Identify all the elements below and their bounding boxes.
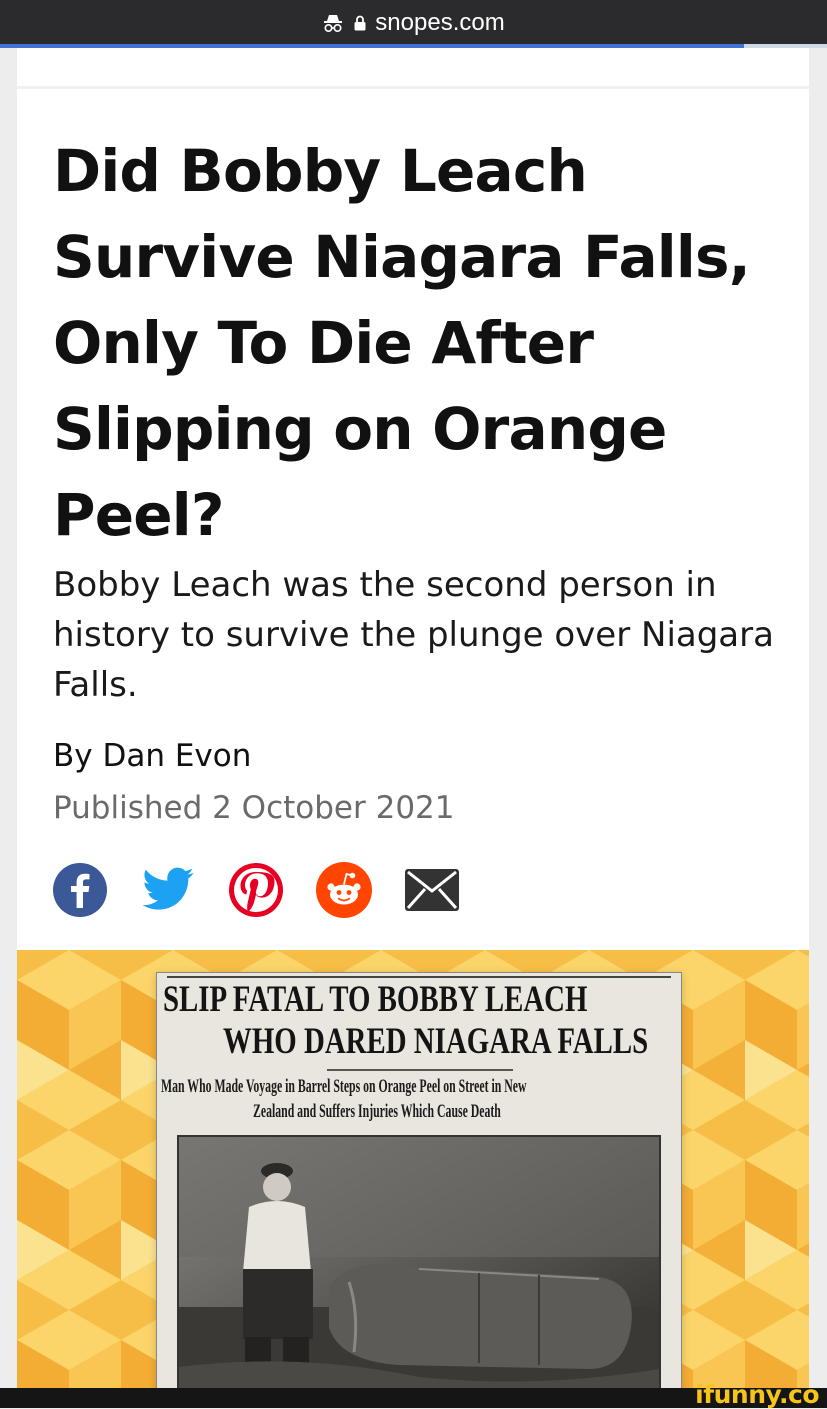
facebook-icon bbox=[53, 863, 107, 917]
share-reddit-button[interactable] bbox=[316, 862, 372, 918]
twitter-icon bbox=[142, 867, 194, 910]
clipping-deck-line2: Zealand and Suffers Injuries Which Cause… bbox=[253, 1101, 501, 1122]
pinterest-icon bbox=[229, 863, 283, 917]
clipping-top-rule bbox=[167, 976, 671, 978]
url-text: snopes.com bbox=[375, 9, 505, 36]
reddit-icon bbox=[316, 862, 372, 918]
historic-photo bbox=[177, 1135, 661, 1388]
publish-date: Published 2 October 2021 bbox=[53, 790, 455, 826]
ifunny-watermark: ifunny.co bbox=[695, 1380, 819, 1409]
lock-icon bbox=[354, 15, 366, 31]
share-facebook-button[interactable] bbox=[52, 862, 108, 918]
article-subtitle: Bobby Leach was the second person in his… bbox=[53, 565, 774, 705]
share-pinterest-button[interactable] bbox=[228, 862, 284, 918]
clipping-divider bbox=[327, 1069, 513, 1071]
email-icon bbox=[405, 869, 459, 911]
clipping-headline-line2: WHO DARED NIAGARA FALLS bbox=[223, 1021, 649, 1062]
clipping-deck-line1: Man Who Made Voyage in Barrel Steps on O… bbox=[161, 1076, 527, 1097]
article-title: Did Bobby Leach Survive Niagara Falls, O… bbox=[53, 137, 751, 549]
hero-image: SLIP FATAL TO BOBBY LEACH WHO DARED NIAG… bbox=[17, 950, 809, 1388]
author-byline[interactable]: By Dan Evon bbox=[53, 738, 251, 774]
share-twitter-button[interactable] bbox=[140, 862, 196, 918]
ad-placeholder bbox=[17, 48, 809, 89]
incognito-icon bbox=[324, 15, 343, 33]
newspaper-clipping: SLIP FATAL TO BOBBY LEACH WHO DARED NIAG… bbox=[156, 972, 682, 1388]
share-email-button[interactable] bbox=[404, 868, 460, 924]
browser-address-bar[interactable]: snopes.com bbox=[0, 0, 827, 46]
clipping-headline-line1: SLIP FATAL TO BOBBY LEACH bbox=[163, 979, 588, 1020]
